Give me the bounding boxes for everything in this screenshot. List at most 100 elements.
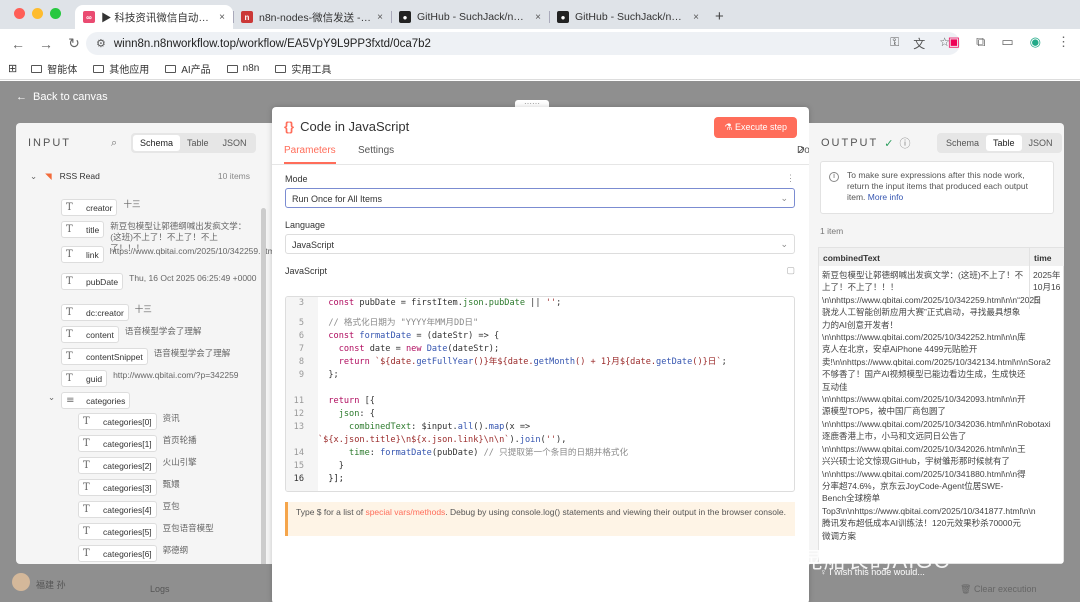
close-window-button[interactable]: [14, 8, 25, 19]
avatar[interactable]: [12, 573, 30, 591]
bookmark-folder[interactable]: n8n: [226, 63, 259, 74]
language-value: JavaScript: [292, 240, 335, 250]
view-table-tab[interactable]: Table: [986, 135, 1022, 151]
back-arrow-icon[interactable]: ←: [4, 36, 32, 52]
search-icon[interactable]: ⌕: [111, 137, 117, 150]
field-value: 十三: [123, 199, 141, 209]
schema-field[interactable]: Tdc:creator 十三: [61, 304, 261, 321]
more-info-link[interactable]: More info: [868, 192, 903, 202]
tab-parameters[interactable]: Parameters: [284, 145, 336, 164]
schema-field[interactable]: Tguid http://www.qbitai.com/?p=342259: [61, 370, 261, 387]
field-value: Thu, 16 Oct 2025 06:25:49 +0000: [129, 273, 257, 283]
tab-close-icon[interactable]: ×: [535, 12, 541, 23]
bookmark-folder[interactable]: AI产品: [165, 61, 211, 76]
site-info-icon[interactable]: ⚙: [96, 37, 106, 50]
bookmark-folder[interactable]: 其他应用: [93, 61, 149, 76]
field-key[interactable]: Tcategories[6]: [78, 545, 157, 562]
execute-label: Execute step: [734, 122, 787, 132]
schema-field-array[interactable]: ⌄ ≡ categories: [48, 392, 258, 409]
field-key[interactable]: Tlink: [61, 246, 104, 263]
browser-tab-github-2[interactable]: ● GitHub - SuchJack/n8n-node ×: [549, 5, 707, 29]
schema-field[interactable]: Tlink https://www.qbitai.com/2025/10/3422…: [61, 246, 272, 263]
bookmark-folder[interactable]: 智能体: [31, 61, 77, 76]
browser-tab-n8n[interactable]: ∞ ▶ 科技资讯微信自动化 - n8n ×: [75, 5, 233, 29]
execute-step-button[interactable]: ⚗ Execute step: [714, 117, 797, 138]
schema-array-item[interactable]: Tcategories[1] 首页轮播: [78, 435, 258, 452]
field-key[interactable]: Ttitle: [61, 221, 105, 238]
browser-tab-npm[interactable]: n n8n-nodes-微信发送 - npm - ×: [233, 5, 391, 29]
code-line: 3 const pubDate = firstItem.json.pubDate…: [298, 298, 562, 308]
schema-array-item[interactable]: Tcategories[2] 火山引擎: [78, 457, 258, 474]
schema-field[interactable]: TpubDate Thu, 16 Oct 2025 06:25:49 +0000: [61, 273, 261, 290]
field-key[interactable]: Tcategories[5]: [78, 523, 157, 540]
code-braces-icon: {}: [284, 118, 295, 134]
extension-icon[interactable]: ▣: [948, 34, 960, 50]
back-to-canvas-link[interactable]: ← Back to canvas: [16, 91, 108, 103]
view-json-tab[interactable]: JSON: [216, 135, 254, 151]
schema-array-item[interactable]: Tcategories[6] 郭德纲: [78, 545, 258, 562]
schema-field[interactable]: Tcontent 语音模型学会了理解: [61, 326, 261, 343]
field-key[interactable]: Tcategories[3]: [78, 479, 157, 496]
info-icon[interactable]: ⓘ: [899, 135, 910, 151]
tab-close-icon[interactable]: ×: [693, 12, 699, 23]
code-editor[interactable]: 3 const pubDate = firstItem.json.pubDate…: [285, 296, 795, 492]
field-key[interactable]: Tguid: [61, 370, 108, 387]
code-line: 12 json: {: [293, 409, 375, 419]
zoom-window-button[interactable]: [50, 8, 61, 19]
tab-settings[interactable]: Settings: [358, 145, 394, 156]
schema-array-item[interactable]: Tcategories[0] 资讯: [78, 413, 258, 430]
clear-execution-button[interactable]: 🗑 Clear execution: [960, 584, 1036, 595]
mode-select[interactable]: Run Once for All Items ⌄: [285, 188, 795, 208]
browser-tab-github-1[interactable]: ● GitHub - SuchJack/n8n-node ×: [391, 5, 549, 29]
field-key[interactable]: TpubDate: [61, 273, 124, 290]
apps-grid-icon[interactable]: ⊞: [8, 62, 17, 75]
puzzle-icon[interactable]: ⧉: [976, 34, 985, 50]
schema-array-item[interactable]: Tcategories[5] 豆包语音模型: [78, 523, 258, 540]
translate-icon[interactable]: 文: [913, 35, 925, 52]
external-link-icon: ↗: [797, 145, 806, 156]
node-row[interactable]: ⌄ ◥ RSS Read 10 items: [30, 171, 260, 182]
reload-icon[interactable]: ↻: [60, 35, 88, 52]
field-key[interactable]: Tcontent: [61, 326, 119, 343]
node-title[interactable]: Code in JavaScript: [300, 119, 409, 134]
forward-arrow-icon[interactable]: →: [32, 36, 60, 52]
field-key[interactable]: ≡ categories: [61, 392, 131, 409]
new-tab-button[interactable]: +: [715, 8, 724, 25]
schema-array-item[interactable]: Tcategories[3] 甄嬛: [78, 479, 258, 496]
menu-dots-icon[interactable]: ⋮: [1057, 34, 1070, 50]
schema-array-item[interactable]: Tcategories[4] 豆包: [78, 501, 258, 518]
input-panel-title: INPUT: [28, 137, 71, 149]
field-key[interactable]: Tcategories[4]: [78, 501, 157, 518]
field-key[interactable]: Tdc:creator: [61, 304, 129, 321]
field-key[interactable]: Tcategories[0]: [78, 413, 157, 430]
special-vars-link[interactable]: special vars/methods: [365, 507, 445, 517]
view-json-tab[interactable]: JSON: [1022, 135, 1060, 151]
profile-avatar-icon[interactable]: ◉: [1030, 34, 1041, 50]
view-schema-tab[interactable]: Schema: [133, 135, 181, 151]
view-schema-tab[interactable]: Schema: [939, 135, 986, 151]
schema-field[interactable]: TcontentSnippet 语音模型学会了理解: [61, 348, 261, 365]
key-icon[interactable]: ⚿: [890, 35, 899, 52]
minimize-window-button[interactable]: [32, 8, 43, 19]
bookmark-folder[interactable]: 实用工具: [275, 61, 331, 76]
field-value: 首页轮播: [162, 435, 197, 445]
scrollbar[interactable]: [261, 208, 266, 564]
language-select[interactable]: JavaScript ⌄: [285, 234, 795, 254]
logs-label[interactable]: Logs: [150, 584, 170, 594]
schema-field[interactable]: Tcreator 十三: [61, 199, 261, 216]
watermark-text: 公众号 · 不晃船长的AIGC: [686, 548, 951, 573]
field-key[interactable]: Tcategories[1]: [78, 435, 157, 452]
watermark: 公众号 · 不晃船长的AIGC: [650, 543, 950, 575]
field-key[interactable]: Tcategories[2]: [78, 457, 157, 474]
tab-close-icon[interactable]: ×: [377, 12, 383, 23]
view-table-tab[interactable]: Table: [180, 135, 216, 151]
bookmarks-bar: ⊞ 智能体 其他应用 AI产品 n8n 实用工具: [0, 58, 1080, 80]
tab-close-icon[interactable]: ×: [219, 12, 225, 23]
sidebar-icon[interactable]: ▭: [1001, 34, 1013, 50]
field-key[interactable]: TcontentSnippet: [61, 348, 148, 365]
field-key[interactable]: Tcreator: [61, 199, 118, 216]
options-dots-icon[interactable]: ⋮: [786, 173, 795, 184]
address-bar[interactable]: ⚙ winn8n.n8nworkflow.top/workflow/EA5VpY…: [86, 32, 960, 55]
expand-editor-icon[interactable]: ▢: [786, 265, 795, 276]
field-key-label: link: [86, 249, 99, 260]
